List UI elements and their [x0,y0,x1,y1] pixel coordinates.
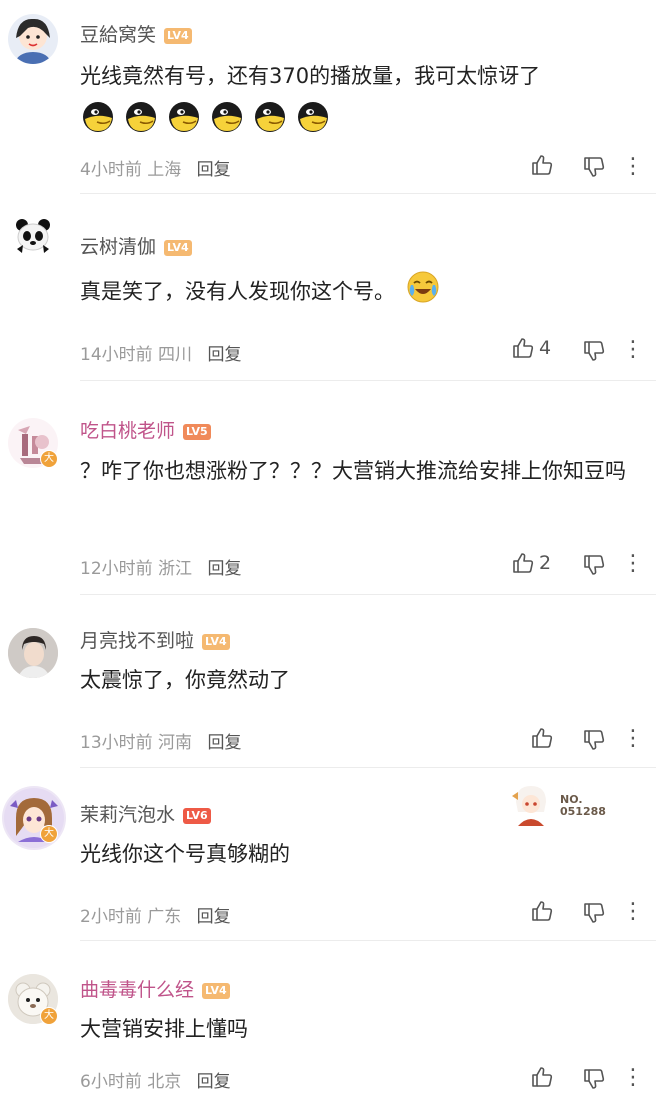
like-button[interactable] [530,726,554,750]
location: 河南 [158,733,193,753]
comment-item: 月亮找不到啦 LV4 太震惊了，你竟然动了 13小时前 河南 回复 ⋮ [0,595,656,768]
thumbs-down-icon [584,341,605,361]
dislike-button[interactable] [582,553,606,577]
emoji-row [82,101,329,137]
dislike-button[interactable] [582,901,606,925]
reply-button[interactable]: 回复 [197,160,231,180]
comment-item: 豆給窝笑 LV4 光线竟然有号，还有370的播放量，我可太惊讶了 4小时前 上海 … [0,0,656,194]
more-vertical-icon[interactable]: ⋮ [622,1067,644,1089]
reply-button[interactable]: 回复 [197,907,231,927]
level-badge: LV6 [183,807,211,824]
location: 上海 [147,160,182,180]
fan-card-label: NO. 051288 [560,793,606,818]
dislike-button[interactable] [582,1067,606,1091]
like-count: 4 [539,337,552,359]
thumbs-down-icon [584,730,605,750]
comment-text: ？咋了你也想涨粉了？？？大营销大推流给安排上你知豆吗 [80,459,626,483]
location: 浙江 [158,559,193,579]
verified-badge-icon: 大 [40,1007,58,1025]
timestamp: 2小时前 [80,907,142,927]
level-badge: LV4 [202,982,230,999]
dislike-button[interactable] [582,728,606,752]
avatar[interactable] [8,628,58,678]
comment-text: 大营销安排上懂吗 [80,1017,248,1041]
timestamp: 14小时前 [80,345,153,365]
location: 广东 [147,907,182,927]
username[interactable]: 吃白桃老师 LV5 [80,416,211,443]
level-badge: LV4 [202,633,230,650]
comment-item: 云树清伽 LV4 真是笑了，没有人发现你这个号。 14小时前 四川 回复 4 ⋮ [0,194,656,381]
laughing-emoji [125,101,157,137]
verified-badge-icon: 大 [40,450,58,468]
laughing-emoji [254,101,286,137]
thumbs-down-icon [584,157,605,177]
comment-text: 光线你这个号真够糊的 [80,842,290,866]
verified-badge-icon: 大 [40,825,58,843]
reply-button[interactable]: 回复 [197,1072,231,1092]
comment-meta: 12小时前 浙江 回复 [80,554,241,579]
timestamp: 12小时前 [80,559,153,579]
more-vertical-icon[interactable]: ⋮ [622,339,644,361]
avatar[interactable] [8,209,58,259]
comment-text: 真是笑了，没有人发现你这个号。 [80,270,640,315]
username[interactable]: 豆給窝笑 LV4 [80,20,192,47]
comment-meta: 13小时前 河南 回复 [80,728,241,753]
username[interactable]: 曲毒毒什么经 LV4 [80,975,230,1002]
more-vertical-icon[interactable]: ⋮ [622,728,644,750]
avatar[interactable] [8,14,58,64]
thumbs-down-icon [584,555,605,575]
dislike-button[interactable] [582,155,606,179]
comment-meta: 14小时前 四川 回复 [80,340,241,365]
comment-text: 太震惊了，你竟然动了 [80,668,290,692]
comment-meta: 4小时前 上海 回复 [80,155,231,180]
thumbs-up-icon [532,728,553,748]
username[interactable]: 月亮找不到啦 LV4 [80,626,230,653]
thumbs-up-icon [532,901,553,921]
location: 北京 [147,1072,182,1092]
thumbs-up-icon [513,338,534,358]
thumbs-up-icon [532,1067,553,1087]
avatar[interactable] [2,786,66,850]
like-button[interactable] [530,899,554,923]
dislike-button[interactable] [582,339,606,363]
like-button[interactable] [530,1065,554,1089]
laughing-emoji [211,101,243,137]
like-button[interactable] [530,153,554,177]
like-button[interactable]: 2 [511,551,551,575]
thumbs-up-icon [513,553,534,573]
laughing-emoji [297,101,329,137]
reply-button[interactable]: 回复 [207,559,241,579]
comment-item: 大 茉莉汽泡水 LV6 NO. 051288 光线你这个号真够糊的 2小时前 广东… [0,768,656,941]
comment-text: 光线竟然有号，还有370的播放量，我可太惊讶了 [80,64,541,88]
level-badge: LV4 [164,27,192,44]
username[interactable]: 茉莉汽泡水 LV6 [80,800,211,827]
laughing-emoji [82,101,114,137]
like-button[interactable]: 4 [511,336,551,360]
comment-item: 大 吃白桃老师 LV5 ？咋了你也想涨粉了？？？大营销大推流给安排上你知豆吗 12… [0,381,656,595]
like-count: 2 [539,552,552,574]
reply-button[interactable]: 回复 [207,345,241,365]
character-sticker [512,786,546,826]
more-vertical-icon[interactable]: ⋮ [622,553,644,575]
more-vertical-icon[interactable]: ⋮ [622,156,644,178]
reply-button[interactable]: 回复 [207,733,241,753]
thumbs-down-icon [584,903,605,923]
level-badge: LV5 [183,423,211,440]
location: 四川 [158,345,193,365]
thumbs-down-icon [584,1069,605,1089]
username[interactable]: 云树清伽 LV4 [80,232,192,259]
comment-meta: 2小时前 广东 回复 [80,902,231,927]
timestamp: 6小时前 [80,1072,142,1092]
timestamp: 13小时前 [80,733,153,753]
laughing-emoji [168,101,200,137]
crying-laughing-emoji [406,270,440,315]
comment-item: 大 曲毒毒什么经 LV4 大营销安排上懂吗 6小时前 北京 回复 ⋮ [0,941,656,1108]
more-vertical-icon[interactable]: ⋮ [622,901,644,923]
level-badge: LV4 [164,239,192,256]
comment-meta: 6小时前 北京 回复 [80,1067,231,1092]
fan-card-decoration: NO. 051288 [508,782,618,830]
thumbs-up-icon [532,155,553,175]
timestamp: 4小时前 [80,160,142,180]
